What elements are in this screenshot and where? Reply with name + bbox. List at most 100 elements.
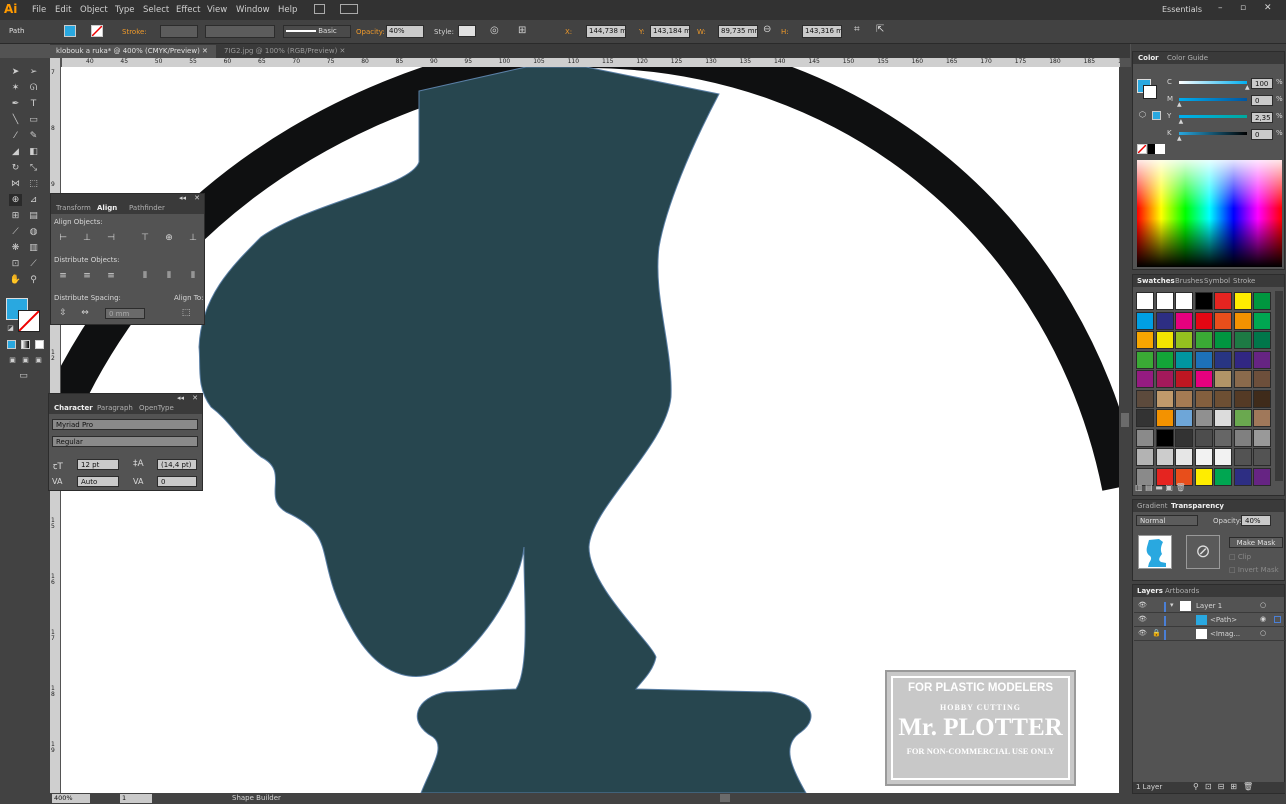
tab-pathfinder[interactable]: Pathfinder — [129, 204, 165, 212]
layer-actions[interactable]: ⚲⊡⊟⊞🗑 — [1193, 782, 1259, 791]
shape-builder-tool-icon[interactable]: ⊕ — [9, 194, 22, 206]
color-swatch[interactable] — [1175, 331, 1193, 349]
color-swatch[interactable] — [1253, 331, 1271, 349]
color-swatch[interactable] — [1233, 350, 1252, 369]
perspective-grid-icon[interactable]: ⊿ — [27, 194, 40, 206]
lock-icon[interactable]: 🔒 — [1152, 629, 1161, 637]
collapse-icon[interactable]: ◂◂ — [179, 194, 186, 202]
stroke-indicator[interactable] — [1143, 85, 1157, 99]
invert-mask-checkbox[interactable]: □ Invert Mask — [1229, 566, 1279, 574]
no-mask-icon[interactable]: ⊘ — [1186, 535, 1220, 569]
distribute-right-icon[interactable]: ⦀ — [186, 270, 200, 282]
menu-type[interactable]: Type — [115, 5, 135, 15]
color-swatch[interactable] — [1194, 350, 1213, 369]
gradient-tool-icon[interactable]: ▤ — [27, 210, 40, 222]
collapse-icon[interactable]: ◂◂ — [177, 394, 184, 402]
channel-value-field[interactable]: 0 — [1251, 129, 1273, 140]
color-swatch[interactable] — [1253, 311, 1271, 330]
tab-klobouk[interactable]: klobouk a ruka* @ 400% (CMYK/Preview) ✕ — [50, 45, 216, 58]
color-swatch[interactable] — [1194, 409, 1213, 427]
color-swatch[interactable] — [1253, 292, 1271, 310]
hand-tool-icon[interactable]: ✋ — [9, 274, 22, 286]
bridge-icon[interactable] — [314, 4, 325, 14]
color-swatch[interactable] — [1155, 292, 1174, 310]
draw-inside-icon[interactable]: ▣ — [32, 354, 45, 366]
stroke-color-swatch[interactable] — [91, 25, 103, 37]
color-swatch[interactable] — [1214, 331, 1232, 349]
color-swatch[interactable] — [1175, 389, 1193, 408]
color-swatch[interactable] — [1175, 292, 1193, 310]
expand-triangle-icon[interactable]: ▾ — [1170, 601, 1174, 609]
menu-edit[interactable]: Edit — [55, 5, 71, 15]
color-swatch[interactable] — [1233, 311, 1252, 330]
color-swatch[interactable] — [1214, 292, 1232, 310]
color-swatch[interactable] — [1233, 448, 1252, 466]
color-swatch[interactable] — [1136, 448, 1154, 466]
color-swatch[interactable] — [1214, 370, 1232, 388]
channel-slider[interactable] — [1179, 132, 1247, 135]
kerning-field[interactable]: Auto — [77, 476, 119, 487]
tab-opentype[interactable]: OpenType — [139, 404, 174, 412]
distribute-left-icon[interactable]: ⦀ — [138, 270, 152, 282]
align-to-selection-icon[interactable]: ⬚ — [177, 307, 195, 319]
channel-slider[interactable] — [1179, 115, 1247, 118]
color-swatch[interactable] — [1194, 389, 1213, 408]
color-swatch[interactable] — [1155, 370, 1174, 388]
minimize-icon[interactable]: – — [1218, 3, 1223, 13]
color-swatch[interactable] — [1175, 370, 1193, 388]
color-swatch[interactable] — [1175, 409, 1193, 427]
y-field[interactable]: 143,184 mm — [650, 25, 690, 38]
tab-stroke[interactable]: Stroke — [1233, 277, 1255, 285]
color-swatch[interactable] — [1175, 448, 1193, 466]
eraser-tool-icon[interactable]: ◧ — [27, 146, 40, 158]
scale-tool-icon[interactable]: ⤡ — [27, 162, 40, 174]
tab-color[interactable]: Color — [1138, 54, 1159, 62]
color-spectrum[interactable] — [1137, 160, 1282, 267]
target-icon[interactable]: ○ — [1260, 629, 1266, 637]
align-bottom-icon[interactable]: ⊥ — [186, 232, 200, 244]
isolate-icon[interactable]: ⇱ — [876, 24, 884, 35]
variable-width-dropdown[interactable] — [205, 25, 275, 38]
color-swatch[interactable] — [1253, 370, 1271, 388]
stroke-weight-field[interactable] — [160, 25, 198, 38]
color-swatch[interactable] — [1175, 311, 1193, 330]
slider-knob-icon[interactable]: ▲ — [1179, 118, 1184, 125]
layer-row-image[interactable]: 👁 🔒 <Imag... ○ — [1134, 627, 1286, 641]
color-swatch[interactable] — [1233, 428, 1252, 447]
menu-file[interactable]: File — [32, 5, 46, 15]
draw-behind-icon[interactable]: ▣ — [19, 354, 32, 366]
menu-view[interactable]: View — [207, 5, 227, 15]
color-swatch[interactable] — [1155, 389, 1174, 408]
channel-value-field[interactable]: 2,35 — [1251, 112, 1273, 123]
tab-character[interactable]: Character — [54, 404, 93, 412]
zoom-tool-icon[interactable]: ⚲ — [27, 274, 40, 286]
slice-tool-icon[interactable]: ⟋ — [27, 258, 40, 270]
color-swatch[interactable] — [1194, 428, 1213, 447]
color-swatch[interactable] — [1253, 350, 1271, 369]
h-field[interactable]: 143,316 mm — [802, 25, 842, 38]
color-swatch[interactable] — [1136, 292, 1154, 310]
layer-row-layer1[interactable]: 👁 ▾ Layer 1 ○ — [1134, 599, 1286, 613]
color-swatch[interactable] — [1155, 428, 1174, 447]
maximize-icon[interactable]: ▫ — [1240, 3, 1246, 13]
stroke-swatch[interactable] — [18, 310, 40, 332]
channel-slider[interactable] — [1179, 98, 1247, 101]
color-swatch[interactable] — [1253, 428, 1271, 447]
channel-slider[interactable] — [1179, 81, 1247, 84]
tab-transparency[interactable]: Transparency — [1171, 502, 1224, 510]
clip-checkbox[interactable]: □ Clip — [1229, 553, 1251, 561]
color-swatch[interactable] — [1214, 448, 1232, 466]
align-vcenter-icon[interactable]: ⊕ — [162, 232, 176, 244]
color-swatch[interactable] — [1194, 448, 1213, 466]
layer-row-path[interactable]: 👁 <Path> ◉ — [1134, 613, 1286, 627]
swatch-libraries-icon[interactable]: ▥ — [1135, 483, 1143, 492]
make-mask-button[interactable]: Make Mask — [1229, 537, 1283, 548]
blend-mode-dropdown[interactable]: Normal — [1136, 515, 1198, 526]
paintbrush-tool-icon[interactable]: ⁄ — [9, 130, 22, 142]
tab-transform[interactable]: Transform — [56, 204, 91, 212]
slider-knob-icon[interactable]: ▲ — [1177, 101, 1182, 108]
vertical-scrollbar[interactable] — [1119, 67, 1131, 793]
menu-window[interactable]: Window — [236, 5, 270, 15]
color-swatch[interactable] — [1136, 370, 1154, 388]
menu-select[interactable]: Select — [143, 5, 169, 15]
